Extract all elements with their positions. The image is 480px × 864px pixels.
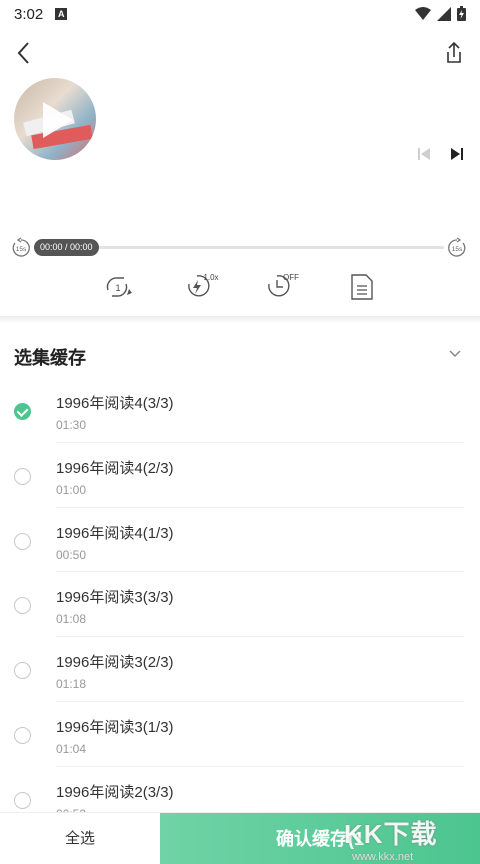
episode-title: 1996年阅读2(3/3) — [56, 783, 174, 801]
episode-checkbox[interactable] — [14, 467, 31, 485]
speed-label: 1.0x — [203, 273, 218, 282]
watermark-url: www.kkx.net — [352, 851, 414, 863]
episode-list: 1996年阅读4(3/3) 01:30 1996年阅读4(2/3) 01:00 … — [0, 378, 480, 832]
status-bar: 3:02 A — [0, 0, 480, 28]
episode-checkbox[interactable] — [14, 597, 31, 615]
skip-forward-label: 15s — [452, 246, 463, 253]
select-all-button[interactable]: 全选 — [0, 813, 160, 864]
status-time: 3:02 — [14, 5, 44, 23]
next-track-button[interactable] — [447, 144, 467, 164]
section-divider — [0, 316, 480, 322]
progress-row: 15s 00:00 / 00:00 15s — [0, 236, 480, 260]
watermark-logo: KK下载 www.kkx.net — [344, 814, 474, 863]
chevron-left-icon — [17, 42, 29, 64]
episode-item[interactable]: 1996年阅读4(2/3) 01:00 — [14, 443, 464, 508]
album-cover[interactable] — [14, 78, 96, 160]
episode-duration: 01:00 — [56, 482, 87, 497]
previous-track-button[interactable] — [414, 144, 434, 164]
skip-previous-icon — [418, 148, 430, 160]
episode-checkbox[interactable] — [14, 662, 31, 680]
skip-back-label: 15s — [16, 246, 27, 253]
playback-speed-button[interactable]: 1.0x — [184, 270, 219, 304]
episode-title: 1996年阅读4(2/3) — [56, 459, 174, 477]
timer-icon: OFF — [268, 273, 299, 297]
wifi-icon — [415, 6, 431, 20]
collapse-button[interactable] — [446, 344, 464, 362]
progress-time[interactable]: 00:00 / 00:00 — [34, 239, 99, 256]
skip-back-15-button[interactable]: 15s — [10, 237, 32, 259]
status-icons — [415, 6, 466, 21]
episode-duration: 01:04 — [56, 741, 87, 756]
document-button[interactable] — [346, 270, 380, 304]
episode-item[interactable]: 1996年阅读3(1/3) 01:04 — [14, 702, 464, 767]
episode-checkbox[interactable] — [14, 791, 31, 809]
loop-mode-button[interactable]: 1 — [102, 270, 136, 304]
watermark-brand: KK下载 — [344, 819, 438, 849]
episode-duration: 01:18 — [56, 677, 87, 692]
loop-label: 1 — [115, 283, 120, 293]
episode-item[interactable]: 1996年阅读4(1/3) 00:50 — [14, 508, 464, 573]
episode-item[interactable]: 1996年阅读3(3/3) 01:08 — [14, 572, 464, 638]
rewind-15-icon: 15s — [12, 237, 30, 257]
episode-checkbox[interactable] — [14, 532, 31, 550]
speed-icon: 1.0x — [188, 273, 219, 297]
timer-label: OFF — [283, 273, 299, 282]
episode-duration: 00:50 — [56, 547, 87, 562]
episode-duration: 01:08 — [56, 612, 87, 627]
play-icon — [43, 102, 73, 138]
battery-icon — [457, 6, 466, 21]
back-button[interactable] — [10, 38, 38, 68]
forward-15-icon: 15s — [448, 237, 466, 257]
player-controls: 1 1.0x OFF — [0, 270, 480, 304]
skip-next-icon — [451, 148, 463, 160]
episode-duration: 01:30 — [56, 418, 87, 432]
episode-item[interactable]: 1996年阅读4(3/3) 01:30 — [14, 378, 464, 443]
episode-title: 1996年阅读4(3/3) — [56, 395, 174, 412]
signal-icon — [437, 6, 451, 21]
repeat-one-icon: 1 — [106, 277, 132, 297]
episode-checkbox[interactable] — [14, 403, 31, 420]
skip-forward-15-button[interactable]: 15s — [446, 237, 468, 259]
episode-item[interactable]: 1996年阅读3(2/3) 01:18 — [14, 637, 464, 702]
episode-title: 1996年阅读3(2/3) — [56, 654, 174, 672]
bottom-action-bar: 全选 确认缓存(1 KK下载 www.kkx.net — [0, 812, 480, 864]
episode-title: 1996年阅读3(3/3) — [56, 589, 174, 607]
chevron-down-icon — [449, 350, 461, 358]
episode-title: 1996年阅读4(1/3) — [56, 524, 174, 542]
share-icon — [447, 41, 461, 63]
episode-section-header: 选集缓存 — [0, 330, 480, 378]
notification-icon: A — [55, 8, 68, 20]
sleep-timer-button[interactable]: OFF — [264, 270, 299, 304]
episode-checkbox[interactable] — [14, 726, 31, 744]
share-button[interactable] — [440, 38, 468, 68]
episode-title: 1996年阅读3(1/3) — [56, 718, 174, 736]
top-bar — [0, 36, 480, 70]
document-icon — [351, 274, 373, 300]
section-title: 选集缓存 — [14, 348, 86, 368]
